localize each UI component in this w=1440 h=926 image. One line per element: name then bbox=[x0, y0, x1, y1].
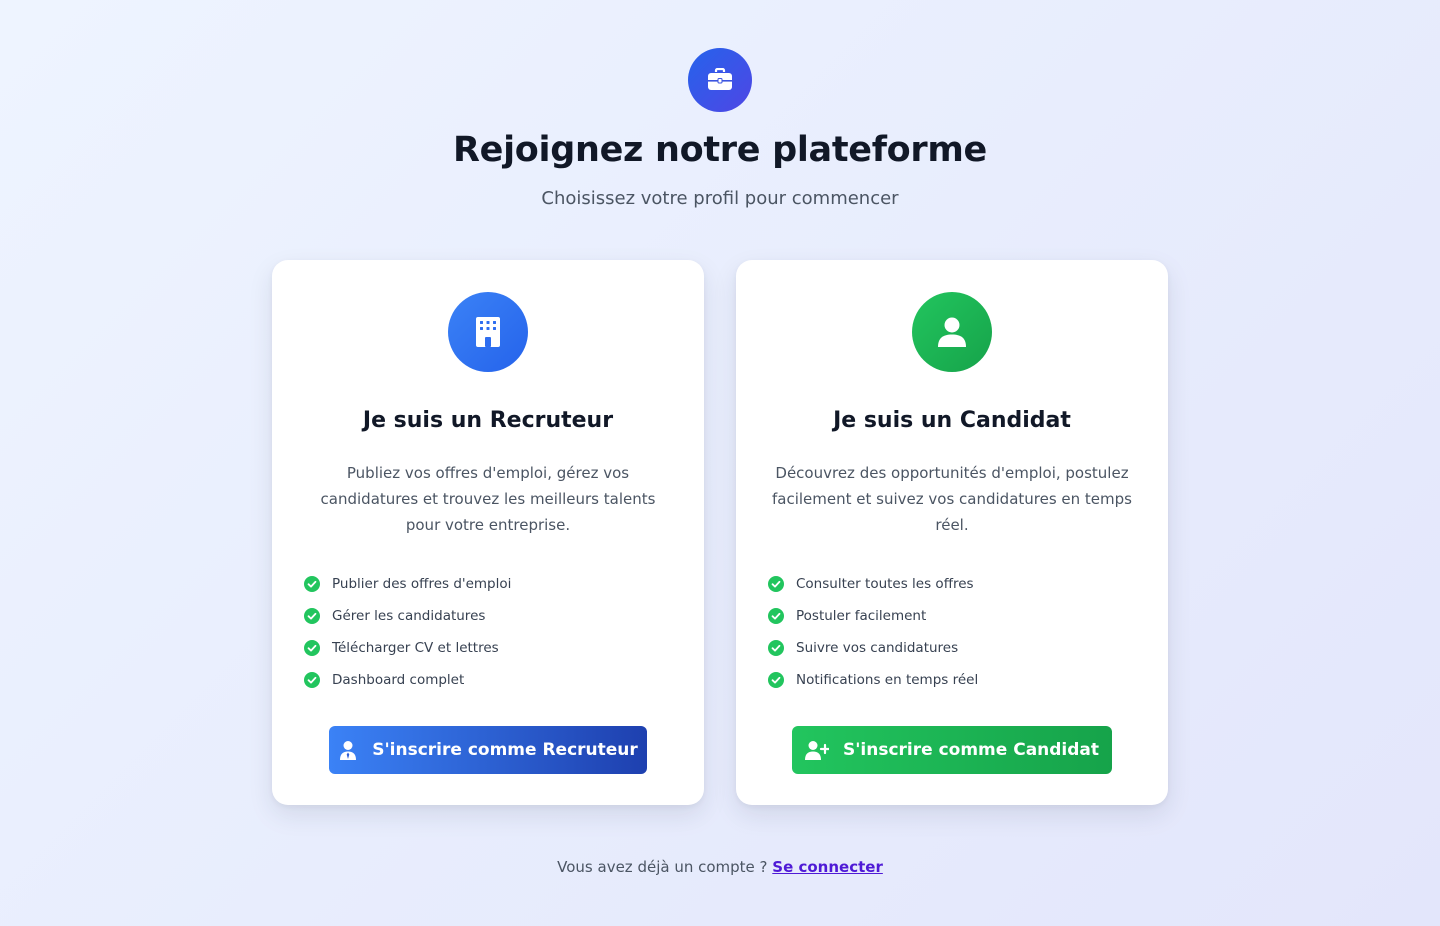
check-circle-icon bbox=[768, 672, 784, 688]
list-item: Télécharger CV et lettres bbox=[304, 632, 511, 664]
candidate-title: Je suis un Candidat bbox=[833, 408, 1071, 433]
feature-label: Suivre vos candidatures bbox=[796, 640, 959, 656]
user-plus-icon bbox=[804, 741, 829, 760]
feature-label: Télécharger CV et lettres bbox=[332, 640, 499, 656]
feature-label: Publier des offres d'emploi bbox=[332, 576, 512, 592]
feature-label: Gérer les candidatures bbox=[332, 608, 486, 624]
check-circle-icon bbox=[304, 672, 320, 688]
feature-label: Consulter toutes les offres bbox=[796, 576, 974, 592]
check-circle-icon bbox=[768, 640, 784, 656]
list-item: Notifications en temps réel bbox=[768, 664, 978, 696]
check-circle-icon bbox=[304, 576, 320, 592]
register-candidate-label: S'inscrire comme Candidat bbox=[842, 740, 1100, 760]
list-item: Suivre vos candidatures bbox=[768, 632, 978, 664]
building-icon bbox=[476, 317, 500, 347]
list-item: Publier des offres d'emploi bbox=[304, 568, 511, 600]
register-recruiter-label: S'inscrire comme Recruteur bbox=[372, 740, 638, 760]
briefcase-icon bbox=[708, 68, 732, 90]
list-item: Dashboard complet bbox=[304, 664, 511, 696]
recruiter-avatar bbox=[448, 292, 528, 372]
candidate-card: Je suis un Candidat Découvrez des opport… bbox=[736, 260, 1168, 805]
page-subtitle: Choisissez votre profil pour commencer bbox=[541, 188, 899, 209]
feature-label: Postuler facilement bbox=[796, 608, 927, 624]
check-circle-icon bbox=[304, 640, 320, 656]
user-icon bbox=[938, 317, 966, 347]
list-item: Consulter toutes les offres bbox=[768, 568, 978, 600]
candidate-avatar bbox=[912, 292, 992, 372]
page-title: Rejoignez notre plateforme bbox=[453, 130, 987, 170]
recruiter-features: Publier des offres d'emploi Gérer les ca… bbox=[304, 568, 511, 696]
login-prompt: Vous avez déjà un compte ? Se connecter bbox=[0, 855, 1440, 879]
login-prompt-text: Vous avez déjà un compte ? bbox=[557, 858, 768, 876]
check-circle-icon bbox=[304, 608, 320, 624]
check-circle-icon bbox=[768, 608, 784, 624]
register-candidate-button[interactable]: S'inscrire comme Candidat bbox=[792, 726, 1112, 774]
list-item: Gérer les candidatures bbox=[304, 600, 511, 632]
list-item: Postuler facilement bbox=[768, 600, 978, 632]
register-recruiter-button[interactable]: S'inscrire comme Recruteur bbox=[329, 726, 647, 774]
check-circle-icon bbox=[768, 576, 784, 592]
feature-label: Notifications en temps réel bbox=[796, 672, 979, 688]
candidate-description: Découvrez des opportunités d'emploi, pos… bbox=[772, 464, 1132, 534]
logo bbox=[688, 48, 752, 112]
recruiter-card: Je suis un Recruteur Publiez vos offres … bbox=[272, 260, 704, 805]
user-tie-icon bbox=[340, 741, 357, 760]
feature-label: Dashboard complet bbox=[332, 672, 465, 688]
recruiter-description: Publiez vos offres d'emploi, gérez vos c… bbox=[320, 464, 656, 534]
recruiter-title: Je suis un Recruteur bbox=[362, 408, 614, 433]
candidate-features: Consulter toutes les offres Postuler fac… bbox=[768, 568, 978, 696]
login-link[interactable]: Se connecter bbox=[772, 858, 883, 876]
